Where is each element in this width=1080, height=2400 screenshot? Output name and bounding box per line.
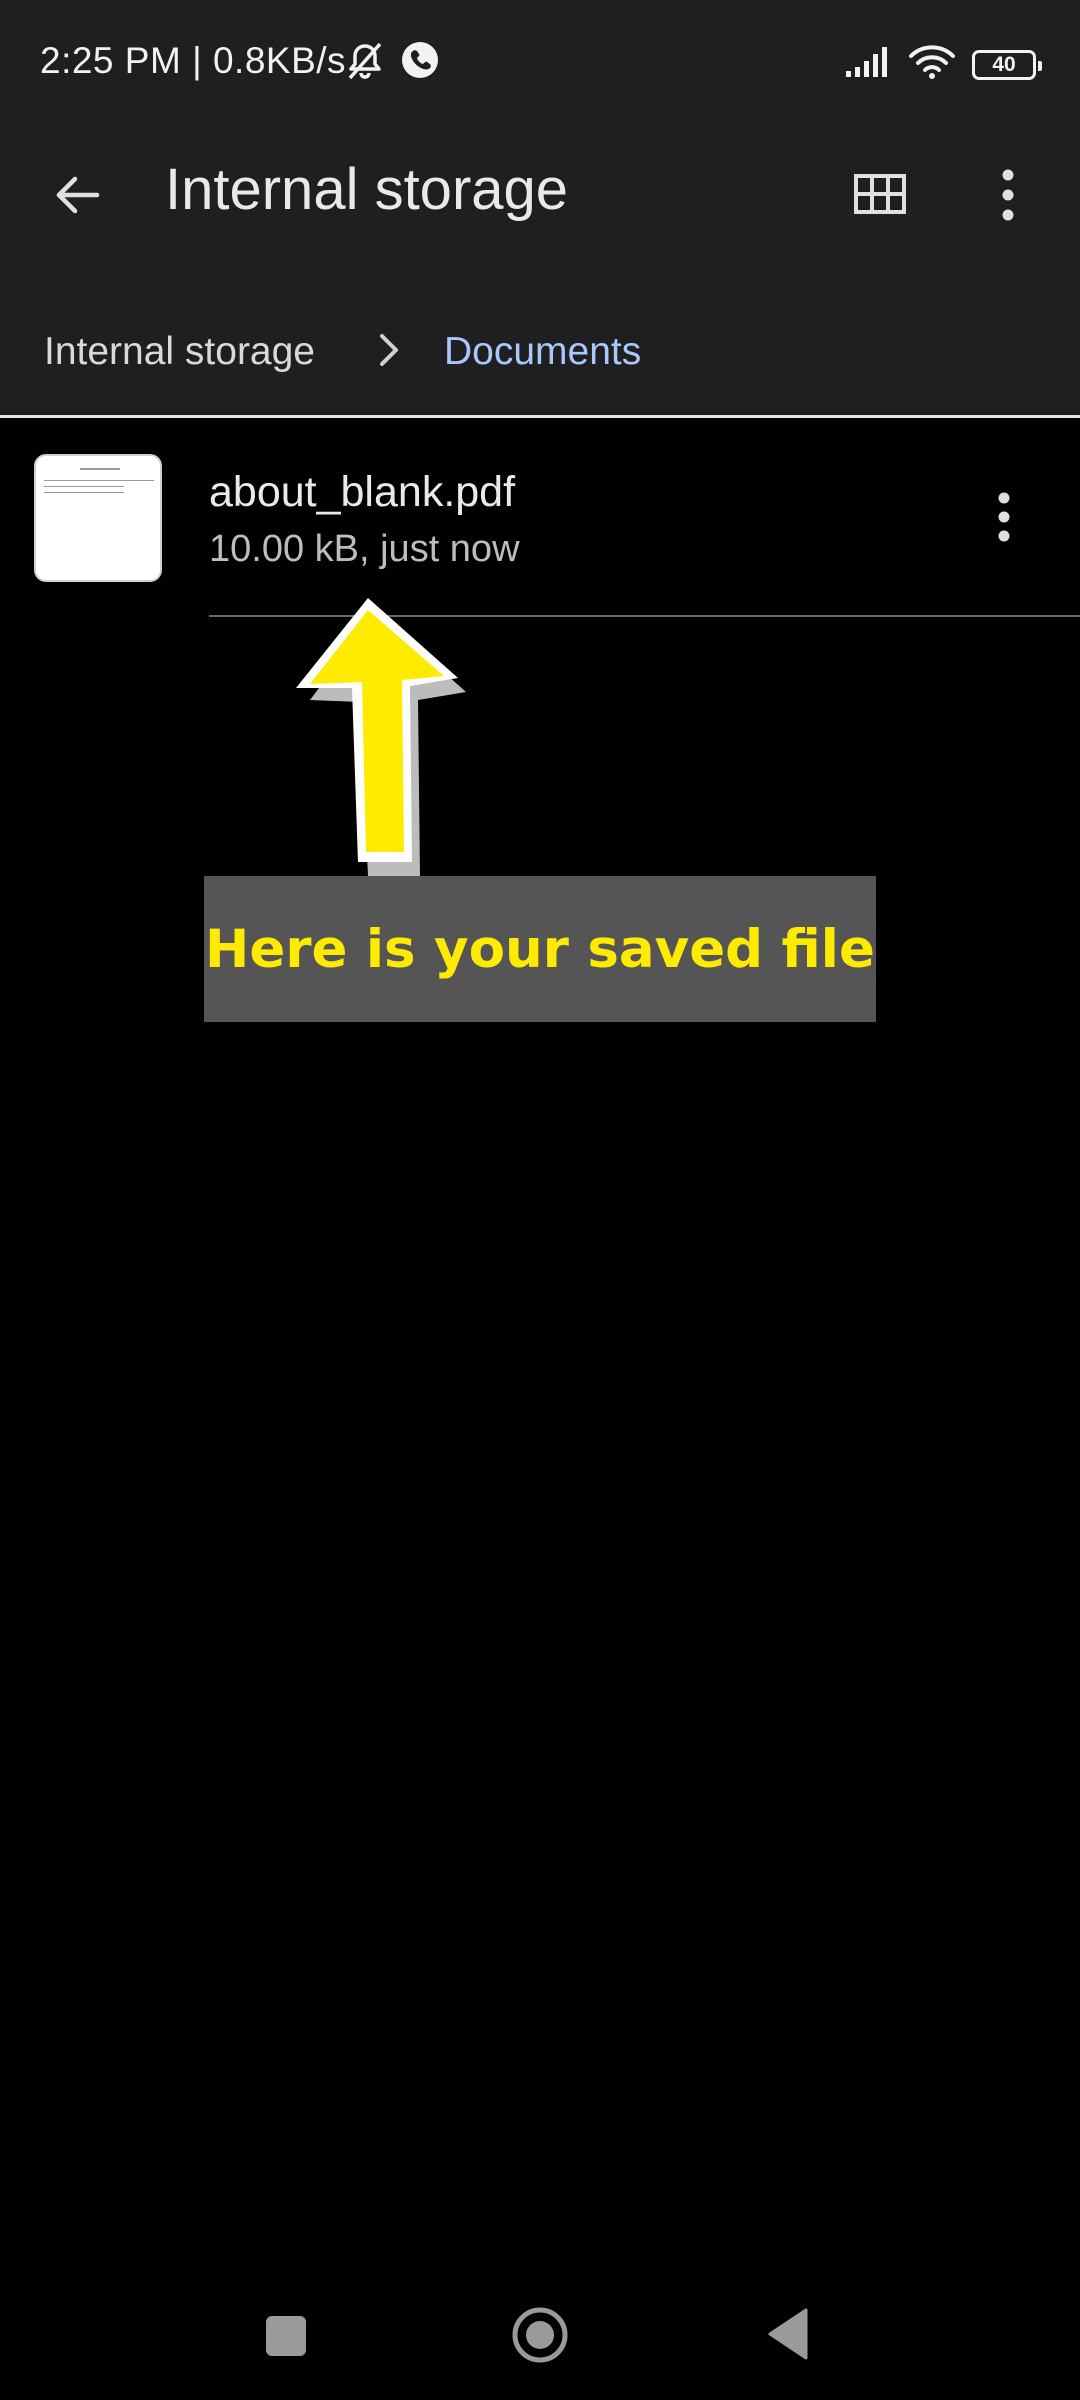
up-arrow-annotation [280, 590, 480, 885]
breadcrumb-internal-storage[interactable]: Internal storage [44, 330, 315, 374]
pdf-thumbnail [34, 454, 162, 582]
file-name: about_blank.pdf [209, 468, 516, 516]
status-right-icons: 40 [844, 44, 1042, 85]
grid-view-icon [854, 174, 906, 214]
home-circle-icon[interactable] [510, 2305, 570, 2365]
overflow-menu-button[interactable] [980, 162, 1036, 228]
thumbnail-text-line [44, 492, 124, 493]
thumbnail-text-line [44, 486, 124, 487]
status-bar: 2:25 PM | 0.8KB/s 40 [0, 0, 1080, 130]
battery-level: 40 [992, 53, 1016, 76]
back-button[interactable] [44, 162, 110, 228]
breadcrumb: Internal storage Documents [0, 310, 1080, 390]
system-nav-bar [0, 2280, 1080, 2390]
recents-square-icon[interactable] [266, 2316, 306, 2356]
thumbnail-text-line [44, 480, 154, 481]
file-list-item[interactable]: about_blank.pdf 10.00 kB, just now [0, 418, 1080, 618]
battery-icon: 40 [972, 49, 1042, 80]
callout-text: Here is your saved file [205, 918, 875, 980]
more-vert-icon [1002, 169, 1014, 221]
signal-icon [844, 45, 892, 84]
app-bar: Internal storage [0, 130, 1080, 250]
page-title: Internal storage [165, 157, 569, 222]
chevron-right-icon [370, 328, 406, 377]
grid-view-button[interactable] [852, 166, 908, 222]
thumbnail-title-line [80, 468, 120, 470]
status-time-speed: 2:25 PM | 0.8KB/s [40, 40, 347, 81]
status-left-icons [344, 40, 440, 87]
saved-file-callout: Here is your saved file [204, 876, 876, 1022]
mute-icon [344, 40, 386, 87]
wifi-icon [908, 44, 956, 85]
file-meta: 10.00 kB, just now [209, 528, 520, 570]
file-manager-screen: 2:25 PM | 0.8KB/s 40 Internal storage In… [0, 0, 1080, 2400]
more-vert-icon [998, 492, 1010, 542]
back-triangle-icon[interactable] [766, 2308, 810, 2365]
file-menu-button[interactable] [976, 484, 1032, 550]
back-arrow-icon [56, 176, 100, 214]
breadcrumb-documents[interactable]: Documents [444, 330, 641, 374]
call-icon [400, 40, 440, 87]
